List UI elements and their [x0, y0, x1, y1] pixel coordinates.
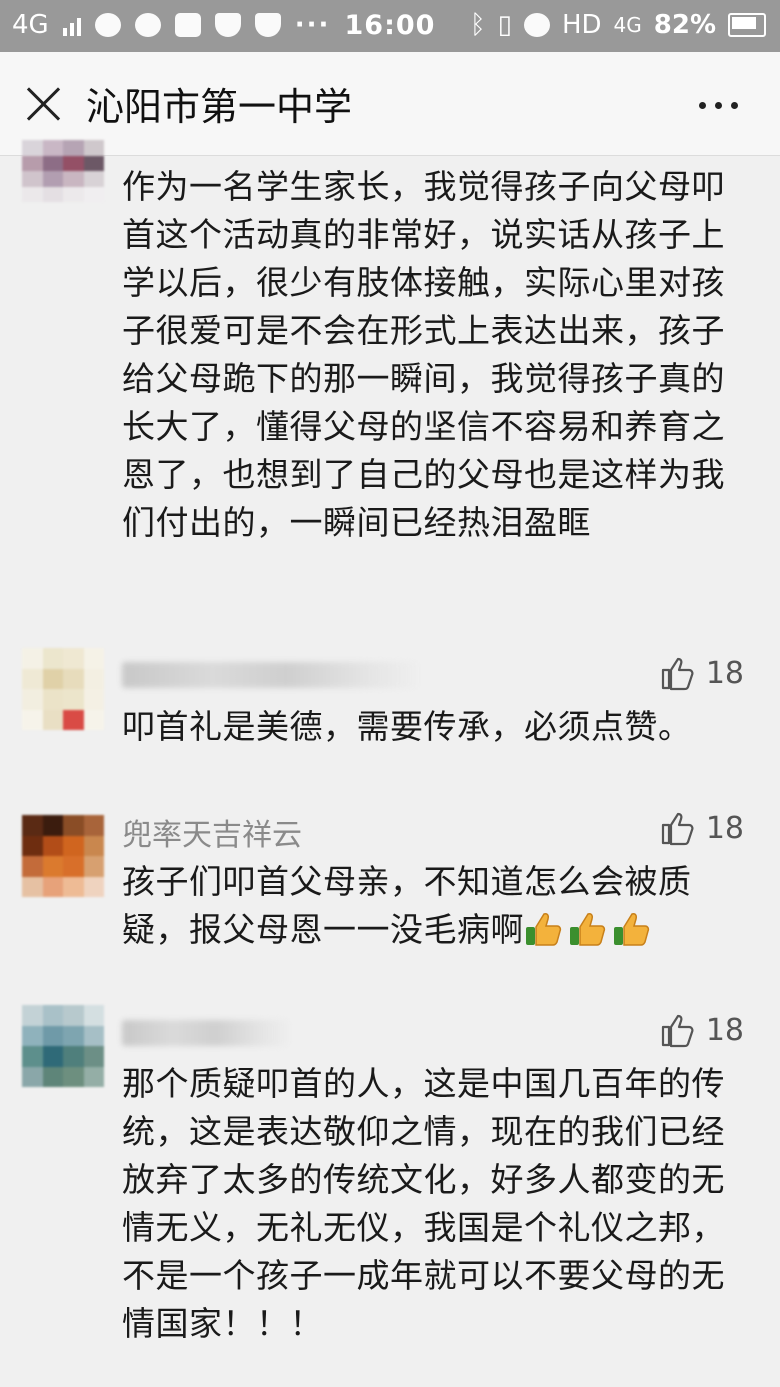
like-count: 18: [705, 1012, 744, 1048]
battery-percent: 82%: [653, 10, 716, 40]
comment-author[interactable]: 兜率天吉祥云: [122, 810, 302, 854]
thumbs-up-emoji-icon: [570, 913, 606, 946]
nav-bar: 沁阳市第一中学: [0, 52, 780, 156]
comment-text: 孩子们叩首父母亲，不知道怎么会被质疑，报父母恩一一没毛病啊: [122, 858, 742, 954]
username-blurred: [122, 662, 422, 688]
page-title: 沁阳市第一中学: [86, 85, 353, 129]
alarm-icon: [523, 13, 550, 37]
avatar[interactable]: [22, 1005, 104, 1087]
like-count: 18: [705, 810, 744, 846]
avatar[interactable]: [22, 140, 104, 202]
thumbs-up-icon: [661, 1014, 694, 1048]
like-count: 18: [705, 655, 744, 691]
avatar[interactable]: [22, 648, 104, 730]
bluetooth-icon: ᛒ: [470, 10, 486, 40]
thumbs-up-emoji-icon: [526, 913, 562, 946]
status-bar: 4G ··· 16:00 ᛒ ▯ HD 4G 82%: [0, 0, 780, 52]
like-button[interactable]: 18: [660, 655, 744, 691]
username-blurred: [122, 1020, 292, 1046]
thumbs-up-emoji-icon: [614, 913, 650, 946]
battery-icon: [728, 13, 766, 37]
vibrate-icon: ▯: [497, 10, 512, 40]
network-label-2: 4G: [613, 13, 642, 37]
status-right: ᛒ ▯ HD 4G 82%: [470, 10, 766, 40]
like-button[interactable]: 18: [660, 1012, 744, 1048]
thumbs-up-icon: [661, 657, 694, 691]
comment-text: 那个质疑叩首的人，这是中国几百年的传统，这是表达敬仰之情，现在的我们已经放弃了太…: [122, 1064, 725, 1343]
more-menu-icon[interactable]: [699, 102, 738, 109]
comment-text: 作为一名学生家长，我觉得孩子向父母叩首这个活动真的非常好，说实话从孩子上学以后，…: [122, 167, 725, 542]
avatar[interactable]: [22, 815, 104, 897]
like-button[interactable]: 18: [660, 810, 744, 846]
thumbs-up-icon: [661, 812, 694, 846]
hd-label: HD: [561, 10, 602, 40]
comment-text: 叩首礼是美德，需要传承，必须点赞。: [122, 707, 692, 746]
close-icon[interactable]: [24, 84, 64, 124]
